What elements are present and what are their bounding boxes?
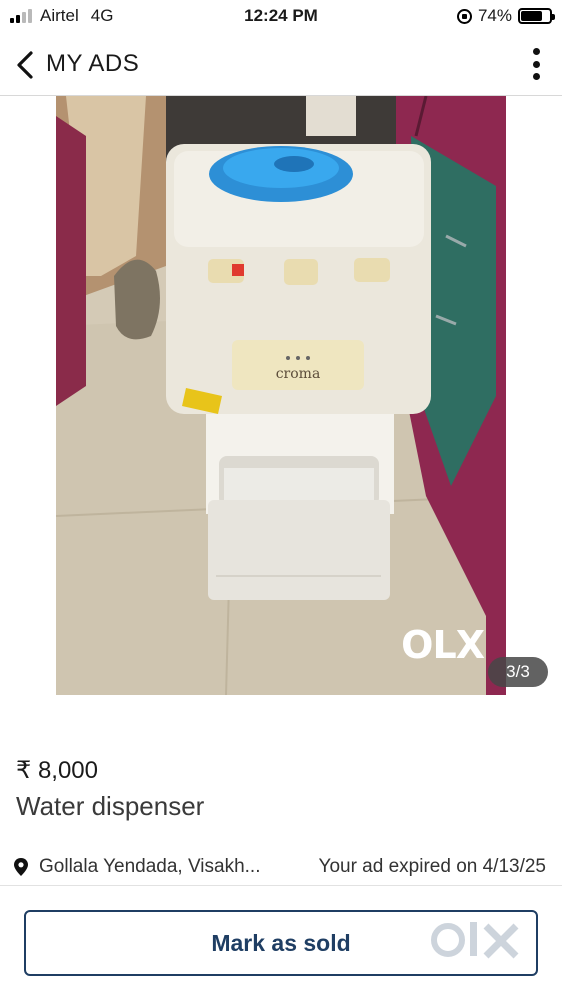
ad-title: Water dispenser (16, 791, 205, 821)
ad-photo: croma (56, 96, 506, 695)
more-dot (532, 73, 540, 80)
battery-percent: 74% (477, 6, 512, 25)
page-title: MY ADS (46, 50, 140, 77)
status-right: 74% (456, 6, 555, 26)
battery-icon (518, 8, 555, 24)
chevron-left-icon (17, 51, 33, 79)
mark-sold-container: Mark as sold (24, 910, 538, 976)
olx-watermark-text: OLX (401, 623, 485, 667)
photo-counter: 3/3 (488, 657, 548, 687)
ad-photo-gallery[interactable]: croma OLX (56, 96, 506, 695)
app-header: MY ADS (0, 34, 562, 96)
divider (0, 885, 562, 886)
more-options-button[interactable] (526, 46, 546, 82)
status-bar: Airtel 4G 12:24 PM 74% (0, 0, 562, 34)
ad-status: Your ad expired on 4/13/25 (318, 856, 546, 877)
ad-location: Gollala Yendada, Visakh... (39, 856, 261, 877)
mark-as-sold-button[interactable]: Mark as sold (24, 910, 538, 976)
back-button[interactable] (10, 48, 40, 82)
rotation-lock-icon (456, 8, 472, 24)
ad-meta-row: Gollala Yendada, Visakh... Your ad expir… (0, 852, 562, 884)
ad-price: ₹ 8,000 (16, 757, 98, 784)
olx-watermark: OLX (401, 623, 485, 667)
more-vertical-icon (532, 48, 540, 55)
more-dot (532, 60, 540, 68)
photo-brand-text: croma (276, 366, 321, 382)
map-pin-icon (14, 858, 28, 876)
